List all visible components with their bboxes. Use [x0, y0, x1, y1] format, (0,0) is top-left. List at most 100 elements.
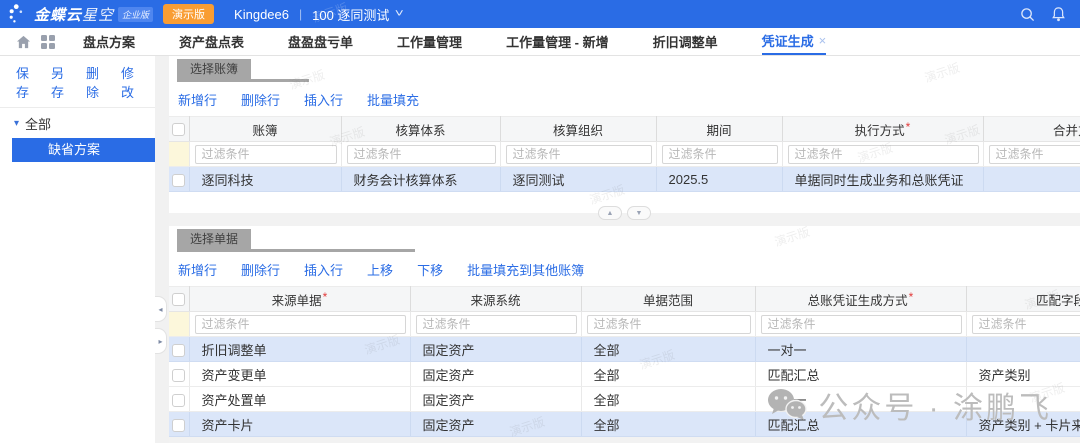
row-checkbox[interactable] — [172, 419, 185, 432]
tab-depreciation-adjust[interactable]: 折旧调整单 — [653, 28, 718, 55]
col-source-bill[interactable]: 来源单据* — [189, 287, 410, 312]
row-checkbox[interactable] — [172, 174, 185, 187]
filter-input-period[interactable] — [662, 145, 778, 164]
cell-source-system[interactable]: 固定资产 — [410, 362, 581, 387]
section-tab-select-bills[interactable]: 选择单据 — [177, 229, 251, 249]
modify-button[interactable]: 修改 — [121, 63, 141, 101]
collapse-up-button[interactable]: ▲ — [598, 206, 622, 220]
tab-workload-mgmt-new[interactable]: 工作量管理 - 新增 — [506, 28, 609, 55]
move-up-button[interactable]: 上移 — [367, 260, 393, 279]
tree-expand-icon[interactable]: ▾ — [14, 118, 19, 129]
cell-source-system[interactable]: 固定资产 — [410, 387, 581, 412]
tree-root-label: 全部 — [25, 114, 51, 133]
collapse-right-handle[interactable]: ▸ — [155, 328, 167, 354]
col-match-field[interactable]: 匹配字段 — [966, 287, 1080, 312]
filter-input-accounting-system[interactable] — [347, 145, 496, 164]
batch-fill-button[interactable]: 批量填充 — [367, 90, 419, 109]
grid-splitter: ▲ ▼ — [169, 202, 1080, 226]
filter-input-merge-mode[interactable] — [989, 145, 1080, 164]
tree-item-default-scheme[interactable]: 缺省方案 — [12, 138, 155, 162]
save-button[interactable]: 保存 — [16, 63, 36, 101]
col-period[interactable]: 期间 — [656, 117, 782, 142]
cell-match-field[interactable]: 资产类别 — [966, 362, 1080, 387]
filter-input-bill-scope[interactable] — [587, 315, 751, 334]
filter-input-source-bill[interactable] — [195, 315, 406, 334]
books-row[interactable]: 逐同科技 财务会计核算体系 逐同测试 2025.5 单据同时生成业务和总账凭证 — [169, 167, 1080, 192]
cell-match-field[interactable]: 资产类别 + 卡片来源 — [966, 412, 1080, 437]
row-checkbox[interactable] — [172, 344, 185, 357]
cell-accounting-org[interactable]: 逐同测试 — [500, 167, 656, 192]
cell-match-field[interactable] — [966, 337, 1080, 362]
cell-bill-scope[interactable]: 全部 — [581, 387, 755, 412]
filter-input-execution-mode[interactable] — [788, 145, 979, 164]
tab-workload-mgmt[interactable]: 工作量管理 — [397, 28, 462, 55]
cell-period[interactable]: 2025.5 — [656, 167, 782, 192]
cell-gl-voucher-mode[interactable]: 一对一 — [755, 337, 966, 362]
cell-gl-voucher-mode[interactable]: 匹配汇总 — [755, 362, 966, 387]
cell-source-bill[interactable]: 资产卡片 — [189, 412, 410, 437]
filter-input-gl-voucher-mode[interactable] — [761, 315, 962, 334]
cell-account-book[interactable]: 逐同科技 — [189, 167, 341, 192]
chevron-down-icon[interactable]: ˅ — [395, 8, 404, 20]
col-gl-voucher-mode[interactable]: 总账凭证生成方式* — [755, 287, 966, 312]
delete-row-button[interactable]: 删除行 — [241, 260, 280, 279]
filter-input-accounting-org[interactable] — [506, 145, 652, 164]
save-as-button[interactable]: 另存 — [51, 63, 71, 101]
tab-inventory-plan[interactable]: 盘点方案 — [83, 28, 135, 55]
bills-row-asset-change[interactable]: 资产变更单 固定资产 全部 匹配汇总 资产类别 — [169, 362, 1080, 387]
col-merge-mode[interactable]: 合并方式 — [983, 117, 1080, 142]
row-checkbox[interactable] — [172, 394, 185, 407]
col-accounting-org[interactable]: 核算组织 — [500, 117, 656, 142]
collapse-down-button[interactable]: ▼ — [627, 206, 651, 220]
collapse-left-handle[interactable]: ◂ — [155, 296, 167, 322]
cell-execution-mode[interactable]: 单据同时生成业务和总账凭证 — [782, 167, 983, 192]
filter-input-account-book[interactable] — [195, 145, 337, 164]
account-switcher[interactable]: Kingdee6 | 100 逐同测试 ˅ — [234, 5, 403, 24]
tab-voucher-generation[interactable]: 凭证生成× — [762, 28, 827, 55]
section-tab-select-books[interactable]: 选择账簿 — [177, 59, 251, 79]
bell-icon[interactable] — [1051, 6, 1066, 22]
col-bill-scope[interactable]: 单据范围 — [581, 287, 755, 312]
home-icon[interactable] — [16, 35, 31, 49]
cell-merge-mode[interactable] — [983, 167, 1080, 192]
cell-source-bill[interactable]: 资产处置单 — [189, 387, 410, 412]
bills-row-depreciation-adjust[interactable]: 折旧调整单 固定资产 全部 一对一 — [169, 337, 1080, 362]
cell-source-system[interactable]: 固定资产 — [410, 337, 581, 362]
col-execution-mode[interactable]: 执行方式* — [782, 117, 983, 142]
cell-gl-voucher-mode[interactable]: 匹配汇总 — [755, 412, 966, 437]
col-source-system[interactable]: 来源系统 — [410, 287, 581, 312]
delete-row-button[interactable]: 删除行 — [241, 90, 280, 109]
tab-asset-inventory-sheet[interactable]: 资产盘点表 — [179, 28, 244, 55]
add-row-button[interactable]: 新增行 — [178, 90, 217, 109]
cell-match-field[interactable] — [966, 387, 1080, 412]
cell-bill-scope[interactable]: 全部 — [581, 362, 755, 387]
batch-fill-other-books-button[interactable]: 批量填充到其他账簿 — [467, 260, 584, 279]
close-icon[interactable]: × — [819, 33, 827, 48]
filter-input-match-field[interactable] — [972, 315, 1080, 334]
delete-button[interactable]: 删除 — [86, 63, 106, 101]
apps-grid-icon[interactable] — [41, 35, 55, 49]
row-checkbox[interactable] — [172, 369, 185, 382]
select-all-checkbox[interactable] — [172, 123, 185, 136]
cell-source-bill[interactable]: 折旧调整单 — [189, 337, 410, 362]
bills-row-asset-card[interactable]: 资产卡片 固定资产 全部 匹配汇总 资产类别 + 卡片来源 — [169, 412, 1080, 437]
search-icon[interactable] — [1020, 7, 1035, 22]
select-all-checkbox[interactable] — [172, 293, 185, 306]
cell-bill-scope[interactable]: 全部 — [581, 412, 755, 437]
add-row-button[interactable]: 新增行 — [178, 260, 217, 279]
cell-source-system[interactable]: 固定资产 — [410, 412, 581, 437]
bills-row-asset-disposal[interactable]: 资产处置单 固定资产 全部 一对一 — [169, 387, 1080, 412]
cell-gl-voucher-mode[interactable]: 一对一 — [755, 387, 966, 412]
col-account-book[interactable]: 账簿 — [189, 117, 341, 142]
insert-row-button[interactable]: 插入行 — [304, 260, 343, 279]
cell-accounting-system[interactable]: 财务会计核算体系 — [341, 167, 500, 192]
col-label: 总账凭证生成方式 — [808, 294, 908, 308]
cell-source-bill[interactable]: 资产变更单 — [189, 362, 410, 387]
insert-row-button[interactable]: 插入行 — [304, 90, 343, 109]
cell-bill-scope[interactable]: 全部 — [581, 337, 755, 362]
filter-input-source-system[interactable] — [416, 315, 577, 334]
col-accounting-system[interactable]: 核算体系 — [341, 117, 500, 142]
tab-surplus-deficit-bill[interactable]: 盘盈盘亏单 — [288, 28, 353, 55]
tree-node-all[interactable]: ▾ 全部 — [0, 108, 155, 138]
move-down-button[interactable]: 下移 — [417, 260, 443, 279]
